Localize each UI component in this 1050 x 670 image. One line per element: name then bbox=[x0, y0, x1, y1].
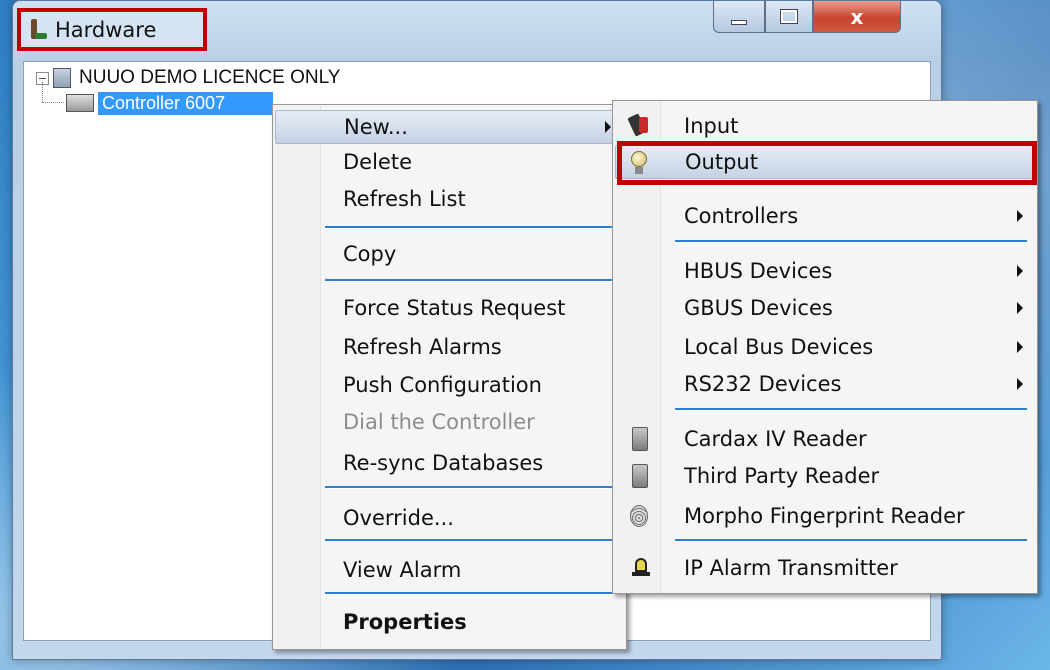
tree-node-label: Controller 6007 bbox=[98, 91, 273, 115]
submenu-item-hbus-devices[interactable]: HBUS Devices bbox=[615, 254, 1035, 288]
submenu-item-gbus-devices[interactable]: GBUS Devices bbox=[615, 291, 1035, 325]
submenu-item-rs232-devices[interactable]: RS232 Devices bbox=[615, 367, 1035, 401]
menu-item-label: GBUS Devices bbox=[684, 296, 833, 320]
submenu-arrow-icon bbox=[1017, 265, 1023, 277]
window-controls: x bbox=[713, 1, 901, 37]
menu-item-copy[interactable]: Copy bbox=[275, 237, 624, 271]
menu-item-label: RS232 Devices bbox=[684, 372, 842, 396]
menu-separator bbox=[325, 279, 616, 282]
menu-item-label: Controllers bbox=[684, 204, 799, 228]
menu-separator bbox=[675, 240, 1027, 243]
tree-node-controller[interactable]: Controller 6007 bbox=[66, 90, 273, 116]
menu-item-label: Force Status Request bbox=[343, 296, 566, 320]
submenu-item-local-bus-devices[interactable]: Local Bus Devices bbox=[615, 330, 1035, 364]
menu-item-label: Morpho Fingerprint Reader bbox=[684, 504, 965, 528]
tree-root-node[interactable]: − NUUO DEMO LICENCE ONLY bbox=[36, 66, 340, 90]
menu-item-label: Local Bus Devices bbox=[684, 335, 874, 359]
new-submenu: Input Output Controllers HBUS Devices GB… bbox=[612, 100, 1038, 594]
menu-item-delete[interactable]: Delete bbox=[275, 145, 624, 179]
menu-item-new[interactable]: New... bbox=[275, 110, 624, 144]
close-button[interactable]: x bbox=[813, 1, 901, 33]
menu-item-label: Push Configuration bbox=[343, 373, 542, 397]
card-reader-icon bbox=[625, 463, 651, 489]
minimize-icon bbox=[731, 20, 747, 25]
menu-item-re-sync-databases[interactable]: Re-sync Databases bbox=[275, 446, 624, 480]
menu-item-label: IP Alarm Transmitter bbox=[684, 556, 898, 580]
menu-item-override[interactable]: Override... bbox=[275, 501, 624, 535]
menu-item-label: Properties bbox=[343, 610, 467, 634]
menu-item-label: Refresh List bbox=[343, 187, 466, 211]
menu-separator bbox=[325, 486, 616, 489]
maximize-icon bbox=[780, 9, 798, 24]
menu-item-refresh-alarms[interactable]: Refresh Alarms bbox=[275, 330, 624, 364]
menu-item-refresh-list[interactable]: Refresh List bbox=[275, 182, 624, 216]
tree-root-label: NUUO DEMO LICENCE ONLY bbox=[79, 67, 341, 88]
menu-item-label: Cardax IV Reader bbox=[684, 427, 867, 451]
menu-item-label: Override... bbox=[343, 506, 454, 530]
submenu-item-cardax-iv-reader[interactable]: Cardax IV Reader bbox=[615, 422, 1035, 456]
menu-item-label: Dial the Controller bbox=[343, 410, 535, 434]
close-icon: x bbox=[850, 4, 864, 29]
submenu-arrow-icon bbox=[1017, 210, 1023, 222]
menu-item-properties[interactable]: Properties bbox=[275, 605, 624, 639]
menu-item-label: Refresh Alarms bbox=[343, 335, 502, 359]
menu-separator bbox=[675, 539, 1027, 542]
submenu-arrow-icon bbox=[1017, 341, 1023, 353]
submenu-arrow-icon bbox=[1017, 378, 1023, 390]
server-icon bbox=[53, 68, 71, 88]
submenu-item-input[interactable]: Input bbox=[615, 109, 1035, 143]
submenu-arrow-icon bbox=[1017, 302, 1023, 314]
menu-item-view-alarm[interactable]: View Alarm bbox=[275, 553, 624, 587]
menu-separator bbox=[325, 539, 616, 542]
alarm-transmitter-icon bbox=[625, 555, 651, 581]
plug-icon bbox=[625, 113, 651, 139]
menu-item-label: Copy bbox=[343, 242, 397, 266]
submenu-item-morpho-fingerprint-reader[interactable]: Morpho Fingerprint Reader bbox=[615, 499, 1035, 533]
title-highlight-box: Hardware bbox=[17, 8, 207, 51]
menu-item-label: View Alarm bbox=[343, 558, 462, 582]
menu-item-push-configuration[interactable]: Push Configuration bbox=[275, 368, 624, 402]
menu-item-label: HBUS Devices bbox=[684, 259, 833, 283]
submenu-item-controllers[interactable]: Controllers bbox=[615, 199, 1035, 233]
menu-item-label: Third Party Reader bbox=[684, 464, 880, 488]
menu-item-label: New... bbox=[344, 115, 408, 139]
output-highlight-box bbox=[617, 141, 1037, 185]
menu-item-label: Input bbox=[684, 114, 739, 138]
card-reader-icon bbox=[625, 426, 651, 452]
controller-icon bbox=[66, 94, 94, 112]
minimize-button[interactable] bbox=[713, 1, 765, 33]
submenu-item-ip-alarm-transmitter[interactable]: IP Alarm Transmitter bbox=[615, 551, 1035, 585]
tree-connector bbox=[42, 82, 43, 102]
fingerprint-icon bbox=[625, 503, 651, 529]
context-menu: New... Delete Refresh List Copy Force St… bbox=[272, 104, 627, 650]
hardware-app-icon bbox=[29, 17, 49, 43]
submenu-item-third-party-reader[interactable]: Third Party Reader bbox=[615, 459, 1035, 493]
tree-connector bbox=[42, 102, 64, 103]
menu-item-force-status-request[interactable]: Force Status Request bbox=[275, 291, 624, 325]
window-title: Hardware bbox=[55, 17, 157, 42]
title-bar[interactable]: Hardware x bbox=[13, 1, 941, 53]
menu-separator bbox=[325, 592, 616, 595]
menu-item-label: Delete bbox=[343, 150, 412, 174]
menu-separator bbox=[325, 226, 616, 229]
menu-item-label: Re-sync Databases bbox=[343, 451, 544, 475]
menu-separator bbox=[675, 408, 1027, 411]
submenu-arrow-icon bbox=[605, 121, 611, 133]
maximize-button[interactable] bbox=[765, 1, 813, 33]
menu-item-dial-the-controller[interactable]: Dial the Controller bbox=[275, 405, 624, 439]
